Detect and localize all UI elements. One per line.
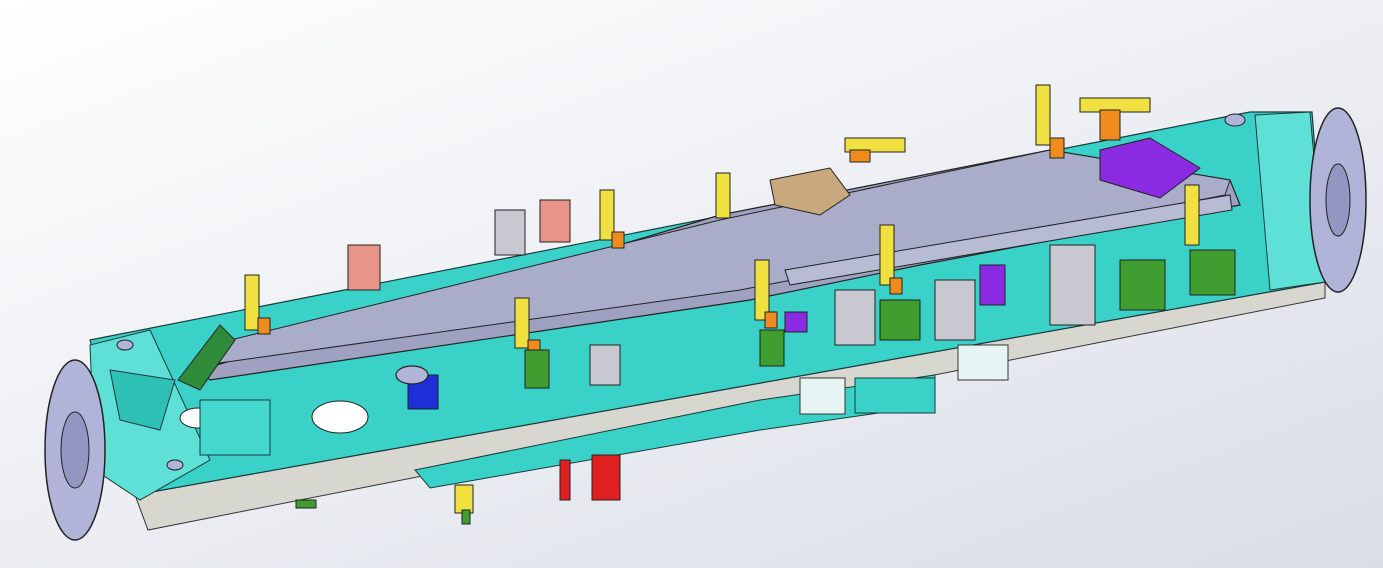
lower-block	[854, 377, 936, 414]
clamp-block-pink	[539, 199, 571, 243]
base-hole	[311, 400, 369, 434]
toggle-clamp	[244, 274, 271, 335]
cylinder-unit	[834, 289, 876, 346]
hanging-green-tab	[295, 499, 317, 509]
hanging-clamp	[454, 484, 474, 525]
right-wheel-hub	[1325, 163, 1351, 237]
base-pad	[199, 399, 271, 456]
toggle-clamp	[715, 172, 731, 219]
eyebolt	[395, 365, 429, 385]
support-block-green	[524, 349, 550, 389]
connector-block	[957, 344, 1009, 381]
cylinder-unit	[934, 279, 976, 341]
toggle-clamp	[844, 137, 906, 163]
purple-block	[979, 264, 1006, 306]
eyebolt	[166, 459, 184, 471]
support-block-green	[879, 299, 921, 341]
fixture-assembly-model[interactable]	[0, 0, 1383, 568]
cylinder-unit	[589, 344, 621, 386]
eyebolt	[116, 339, 134, 351]
support-block-green	[759, 329, 785, 367]
connector-block	[799, 377, 846, 415]
eyebolt	[1224, 113, 1246, 127]
hanging-clamp	[591, 454, 621, 501]
cad-viewport[interactable]	[0, 0, 1383, 568]
support-block-green	[1119, 259, 1166, 311]
toggle-clamp	[1035, 84, 1065, 159]
clamp-block-gray	[494, 209, 526, 256]
hanging-clamp	[559, 459, 571, 501]
toggle-clamp	[599, 189, 625, 249]
purple-block	[784, 311, 808, 333]
support-block-green	[1189, 249, 1236, 296]
clamp-block-pink	[347, 244, 381, 291]
cylinder-unit	[1049, 244, 1096, 326]
toggle-clamp	[1184, 184, 1200, 246]
left-wheel-hub	[60, 411, 90, 489]
